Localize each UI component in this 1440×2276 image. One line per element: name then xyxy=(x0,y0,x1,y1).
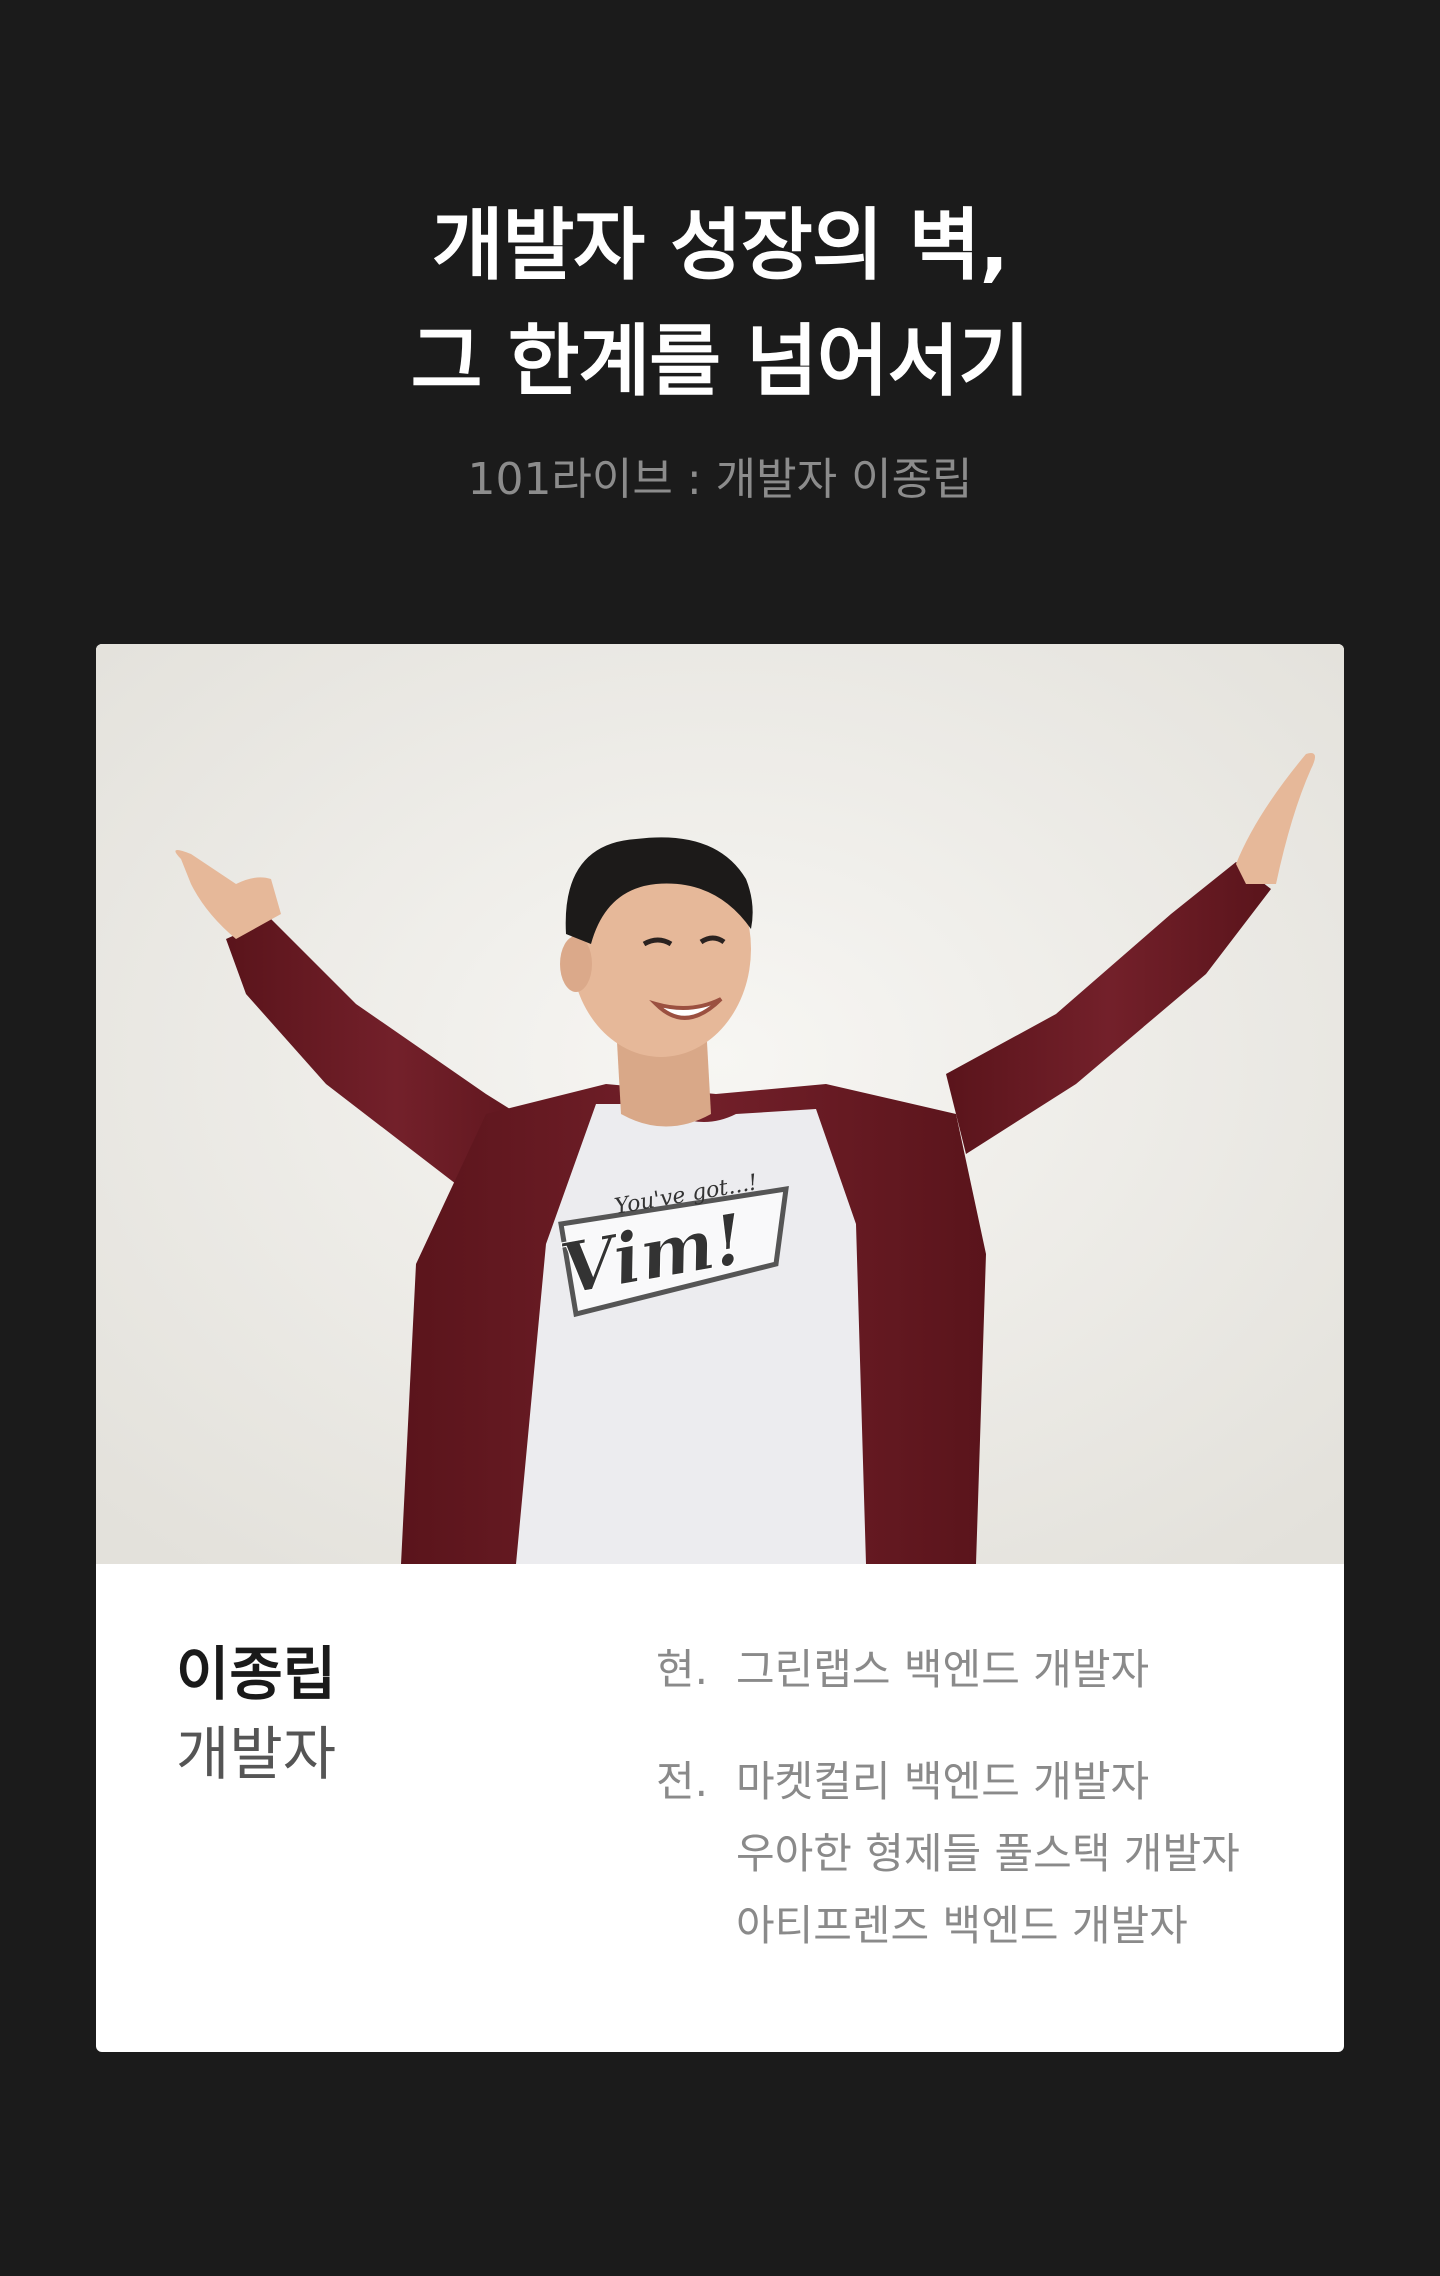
career-current: 현. 그린랩스 백엔드 개발자 xyxy=(656,1634,1316,1706)
page-subtitle: 101라이브 : 개발자 이종립 xyxy=(467,454,973,505)
career-current-prefix: 현. xyxy=(656,1645,708,1694)
career-former-item: 아티프렌즈 백엔드 개발자 xyxy=(736,1901,1188,1950)
profile-role: 개발자 xyxy=(176,1720,337,1788)
career-former-item: 마켓컬리 백엔드 개발자 xyxy=(736,1757,1150,1806)
profile-photo-illustration: You've got...! Vim! xyxy=(96,644,1344,1564)
career-former-prefix: 전. xyxy=(656,1757,708,1806)
career-history: 현. 그린랩스 백엔드 개발자 전. 마켓컬리 백엔드 개발자 우아한 형제들 … xyxy=(656,1634,1316,1962)
career-current-item: 그린랩스 백엔드 개발자 xyxy=(736,1645,1150,1694)
page-title-line-1: 개발자 성장의 벽, xyxy=(431,201,1009,291)
page-title: 개발자 성장의 벽, 그 한계를 넘어서기 xyxy=(0,188,1440,420)
profile-name: 이종립 xyxy=(176,1640,337,1708)
profile-card: You've got...! Vim! 이종립 개발자 현. 그린랩스 백엔드 … xyxy=(96,644,1344,2052)
page-title-line-2: 그 한계를 넘어서기 xyxy=(410,317,1030,407)
profile-info: 이종립 개발자 현. 그린랩스 백엔드 개발자 전. 마켓컬리 백엔드 개발자 … xyxy=(96,1564,1344,2052)
profile-photo: You've got...! Vim! xyxy=(96,644,1344,1564)
career-former-item: 우아한 형제들 풀스택 개발자 xyxy=(736,1829,1240,1878)
career-former: 전. 마켓컬리 백엔드 개발자 우아한 형제들 풀스택 개발자 아티프렌즈 백엔… xyxy=(656,1746,1316,1962)
